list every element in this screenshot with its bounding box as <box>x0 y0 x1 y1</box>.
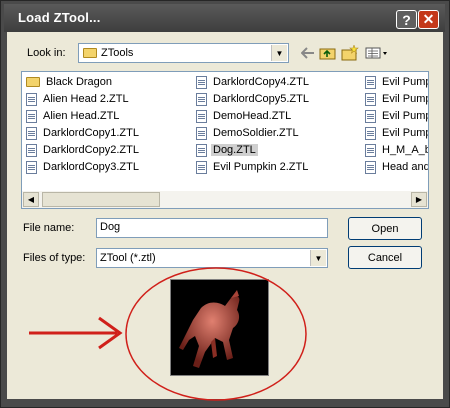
highlight-circle <box>125 267 307 401</box>
arrow-icon <box>29 316 123 350</box>
annotation-overlay <box>29 267 307 401</box>
